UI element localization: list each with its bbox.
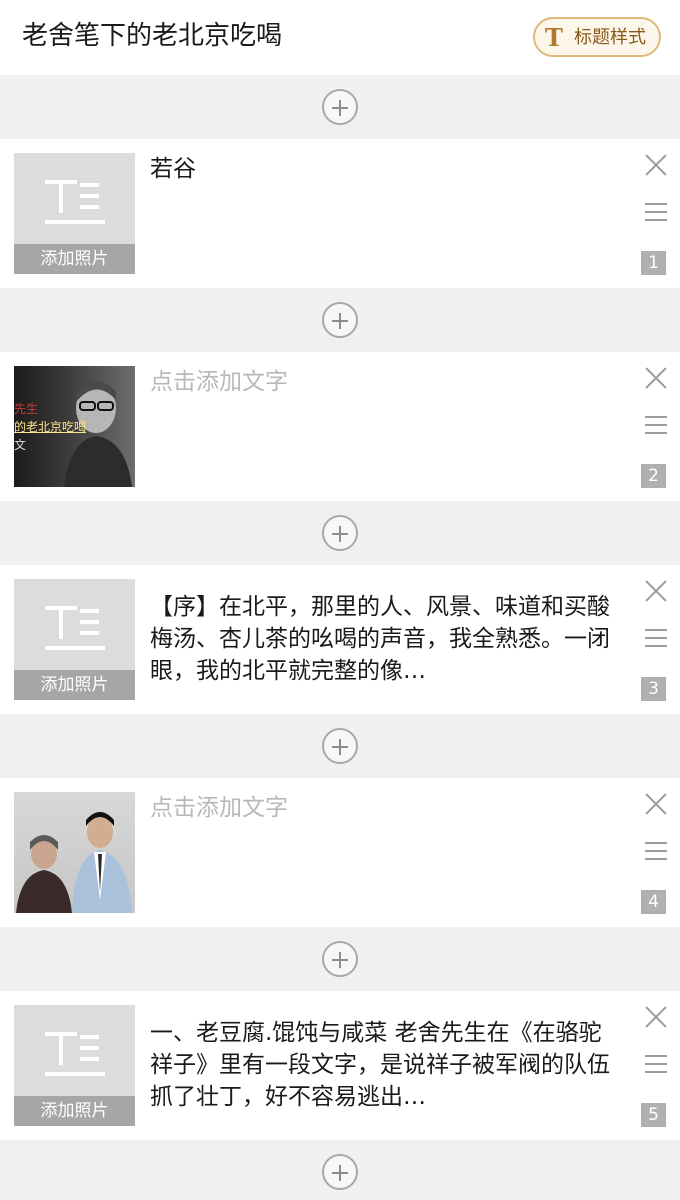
page-title[interactable]: 老舍笔下的老北京吃喝 xyxy=(22,18,282,54)
close-icon[interactable] xyxy=(644,153,668,177)
close-icon[interactable] xyxy=(644,366,668,390)
insert-gap xyxy=(0,714,680,778)
list-item[interactable]: 添加照片 【序】在北平，那里的人、风景、味道和买酸梅汤、杏儿茶的吆喝的声音，我全… xyxy=(0,565,680,714)
drag-handle-icon[interactable] xyxy=(645,629,667,649)
drag-handle-icon[interactable] xyxy=(645,842,667,862)
item-number-badge: 3 xyxy=(641,677,666,701)
te-text-icon xyxy=(45,1032,105,1076)
te-text-icon xyxy=(45,180,105,224)
list-item[interactable]: 添加照片 若谷 1 xyxy=(0,139,680,288)
close-icon[interactable] xyxy=(644,1005,668,1029)
add-text-placeholder[interactable]: 点击添加文字 xyxy=(150,366,620,398)
add-photo-thumbnail[interactable]: 添加照片 xyxy=(14,579,135,700)
insert-gap xyxy=(0,288,680,352)
insert-gap xyxy=(0,501,680,565)
add-photo-thumbnail[interactable]: 添加照片 xyxy=(14,1005,135,1126)
item-number-badge: 5 xyxy=(641,1103,666,1127)
add-icon[interactable] xyxy=(322,89,358,125)
item-number-badge: 1 xyxy=(641,251,666,275)
add-icon[interactable] xyxy=(322,941,358,977)
add-icon[interactable] xyxy=(322,302,358,338)
two-people-figure xyxy=(16,812,132,913)
drag-handle-icon[interactable] xyxy=(645,416,667,436)
insert-gap xyxy=(0,1140,680,1200)
add-photo-label: 添加照片 xyxy=(14,1096,135,1126)
add-photo-label: 添加照片 xyxy=(14,670,135,700)
header-bar: 老舍笔下的老北京吃喝 T 标题样式 xyxy=(0,0,680,75)
insert-gap xyxy=(0,75,680,139)
add-icon[interactable] xyxy=(322,728,358,764)
insert-gap xyxy=(0,927,680,991)
item-text[interactable]: 【序】在北平，那里的人、风景、味道和买酸梅汤、杏儿茶的吆喝的声音，我全熟悉。一闭… xyxy=(150,591,620,687)
te-text-icon xyxy=(45,606,105,650)
item-number-badge: 2 xyxy=(641,464,666,488)
title-style-label: 标题样式 xyxy=(574,27,646,48)
item-number-badge: 4 xyxy=(641,890,666,914)
title-style-button[interactable]: T 标题样式 xyxy=(533,17,661,57)
add-icon[interactable] xyxy=(322,1154,358,1190)
list-item[interactable]: 先生 的老北京吃喝 文 点击添加文字 2 xyxy=(0,352,680,501)
item-text[interactable]: 一、老豆腐.馄饨与咸菜 老舍先生在《在骆驼祥子》里有一段文字，是说祥子被军阀的队… xyxy=(150,1017,620,1113)
item-photo[interactable] xyxy=(14,792,135,913)
close-icon[interactable] xyxy=(644,579,668,603)
drag-handle-icon[interactable] xyxy=(645,203,667,223)
list-item[interactable]: 添加照片 一、老豆腐.馄饨与咸菜 老舍先生在《在骆驼祥子》里有一段文字，是说祥子… xyxy=(0,991,680,1140)
close-icon[interactable] xyxy=(644,792,668,816)
item-text[interactable]: 若谷 xyxy=(150,153,620,185)
item-photo[interactable]: 先生 的老北京吃喝 文 xyxy=(14,366,135,487)
drag-handle-icon[interactable] xyxy=(645,1055,667,1075)
photo-caption: 先生 的老北京吃喝 文 xyxy=(14,402,87,452)
add-text-placeholder[interactable]: 点击添加文字 xyxy=(150,792,620,824)
add-photo-thumbnail[interactable]: 添加照片 xyxy=(14,153,135,274)
add-icon[interactable] xyxy=(322,515,358,551)
add-photo-label: 添加照片 xyxy=(14,244,135,274)
list-item[interactable]: 点击添加文字 4 xyxy=(0,778,680,927)
title-t-icon: T xyxy=(545,23,563,52)
